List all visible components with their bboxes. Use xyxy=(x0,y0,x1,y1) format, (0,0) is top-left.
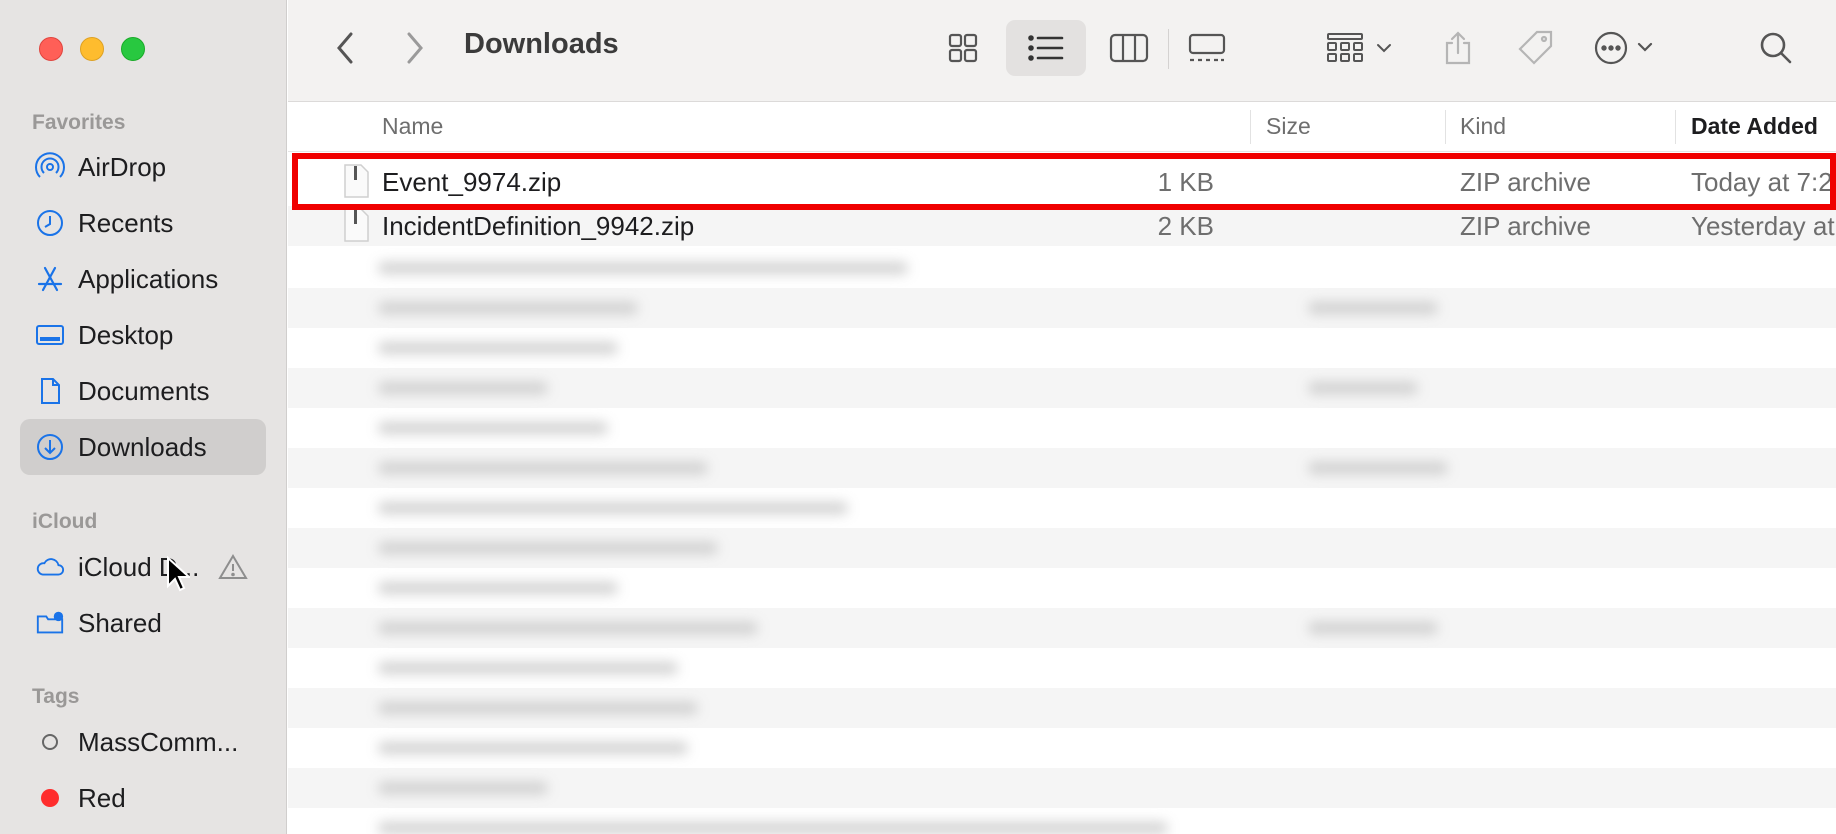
zoom-window-button[interactable] xyxy=(121,37,145,61)
toolbar: Downloads xyxy=(288,0,1836,102)
share-icon[interactable] xyxy=(1428,20,1488,76)
tag-dot-icon xyxy=(35,783,65,813)
sidebar-item-desktop[interactable]: Desktop xyxy=(20,307,266,363)
sidebar: Favorites AirDrop Recents Applications D… xyxy=(0,0,287,834)
gallery-view-icon[interactable] xyxy=(1172,20,1242,76)
more-icon[interactable] xyxy=(1588,20,1668,76)
applications-icon xyxy=(35,264,65,294)
sidebar-item-label: Recents xyxy=(78,207,174,238)
tag-icon[interactable] xyxy=(1506,20,1566,76)
document-icon xyxy=(35,376,65,406)
cloud-icon xyxy=(35,552,65,582)
sidebar-tag-red[interactable]: Red xyxy=(20,770,266,826)
airdrop-icon xyxy=(35,152,65,182)
file-date-added: Yesterday at xyxy=(1691,211,1835,241)
sidebar-item-label: AirDrop xyxy=(78,151,167,182)
sidebar-item-airdrop[interactable]: AirDrop xyxy=(20,139,266,195)
selection-highlight-box xyxy=(292,153,1836,210)
minimize-window-button[interactable] xyxy=(80,37,104,61)
file-name: IncidentDefinition_9942.zip xyxy=(382,211,695,241)
sidebar-item-label: Documents xyxy=(78,375,210,406)
forward-icon[interactable] xyxy=(398,28,432,68)
warning-icon[interactable] xyxy=(218,553,248,586)
column-divider[interactable] xyxy=(1445,110,1446,144)
shared-folder-icon xyxy=(35,608,65,638)
column-header-kind[interactable]: Kind xyxy=(1460,113,1506,140)
file-size: 2 KB xyxy=(1157,211,1214,241)
sidebar-item-label: Downloads xyxy=(78,431,207,462)
sidebar-item-label: Shared xyxy=(78,607,162,638)
sidebar-item-label: MassComm... xyxy=(78,726,239,757)
mouse-pointer-icon xyxy=(166,555,192,597)
icloud-section-label: iCloud xyxy=(32,510,98,533)
column-divider[interactable] xyxy=(1675,110,1676,144)
tags-section-label: Tags xyxy=(32,685,80,708)
tag-dot-icon xyxy=(35,727,65,757)
group-icon[interactable] xyxy=(1320,20,1400,76)
list-view-icon[interactable] xyxy=(1006,20,1086,76)
file-kind: ZIP archive xyxy=(1460,211,1592,241)
sidebar-item-downloads[interactable]: Downloads xyxy=(20,419,266,475)
sidebar-item-documents[interactable]: Documents xyxy=(20,363,266,419)
back-icon[interactable] xyxy=(328,28,362,68)
close-window-button[interactable] xyxy=(39,37,63,61)
toolbar-separator xyxy=(1168,29,1169,69)
sidebar-item-recents[interactable]: Recents xyxy=(20,195,266,251)
sidebar-item-applications[interactable]: Applications xyxy=(20,251,266,307)
blurred-file-list xyxy=(288,248,1836,834)
icon-view-icon[interactable] xyxy=(928,20,998,76)
column-header-name[interactable]: Name xyxy=(382,113,443,140)
desktop-icon xyxy=(35,320,65,350)
column-header-size[interactable]: Size xyxy=(1266,113,1311,140)
column-header-date-added[interactable]: Date Added xyxy=(1691,113,1818,140)
file-row[interactable]: IncidentDefinition_9942.zip 2 KB ZIP arc… xyxy=(288,206,1836,246)
window-title: Downloads xyxy=(464,28,619,60)
sidebar-item-label: Red xyxy=(78,782,126,813)
download-icon xyxy=(35,432,65,462)
favorites-section-label: Favorites xyxy=(32,111,126,134)
sidebar-item-label: Applications xyxy=(78,263,219,294)
zip-file-icon xyxy=(343,208,369,247)
search-icon[interactable] xyxy=(1748,20,1804,76)
column-headers: Name Size Kind Date Added xyxy=(288,102,1836,152)
sidebar-tag-masscomm[interactable]: MassComm... xyxy=(20,714,266,770)
column-divider[interactable] xyxy=(1250,110,1251,144)
column-view-icon[interactable] xyxy=(1094,20,1164,76)
sidebar-item-label: Desktop xyxy=(78,319,174,350)
clock-icon xyxy=(35,208,65,238)
sidebar-item-shared[interactable]: Shared xyxy=(20,595,266,651)
